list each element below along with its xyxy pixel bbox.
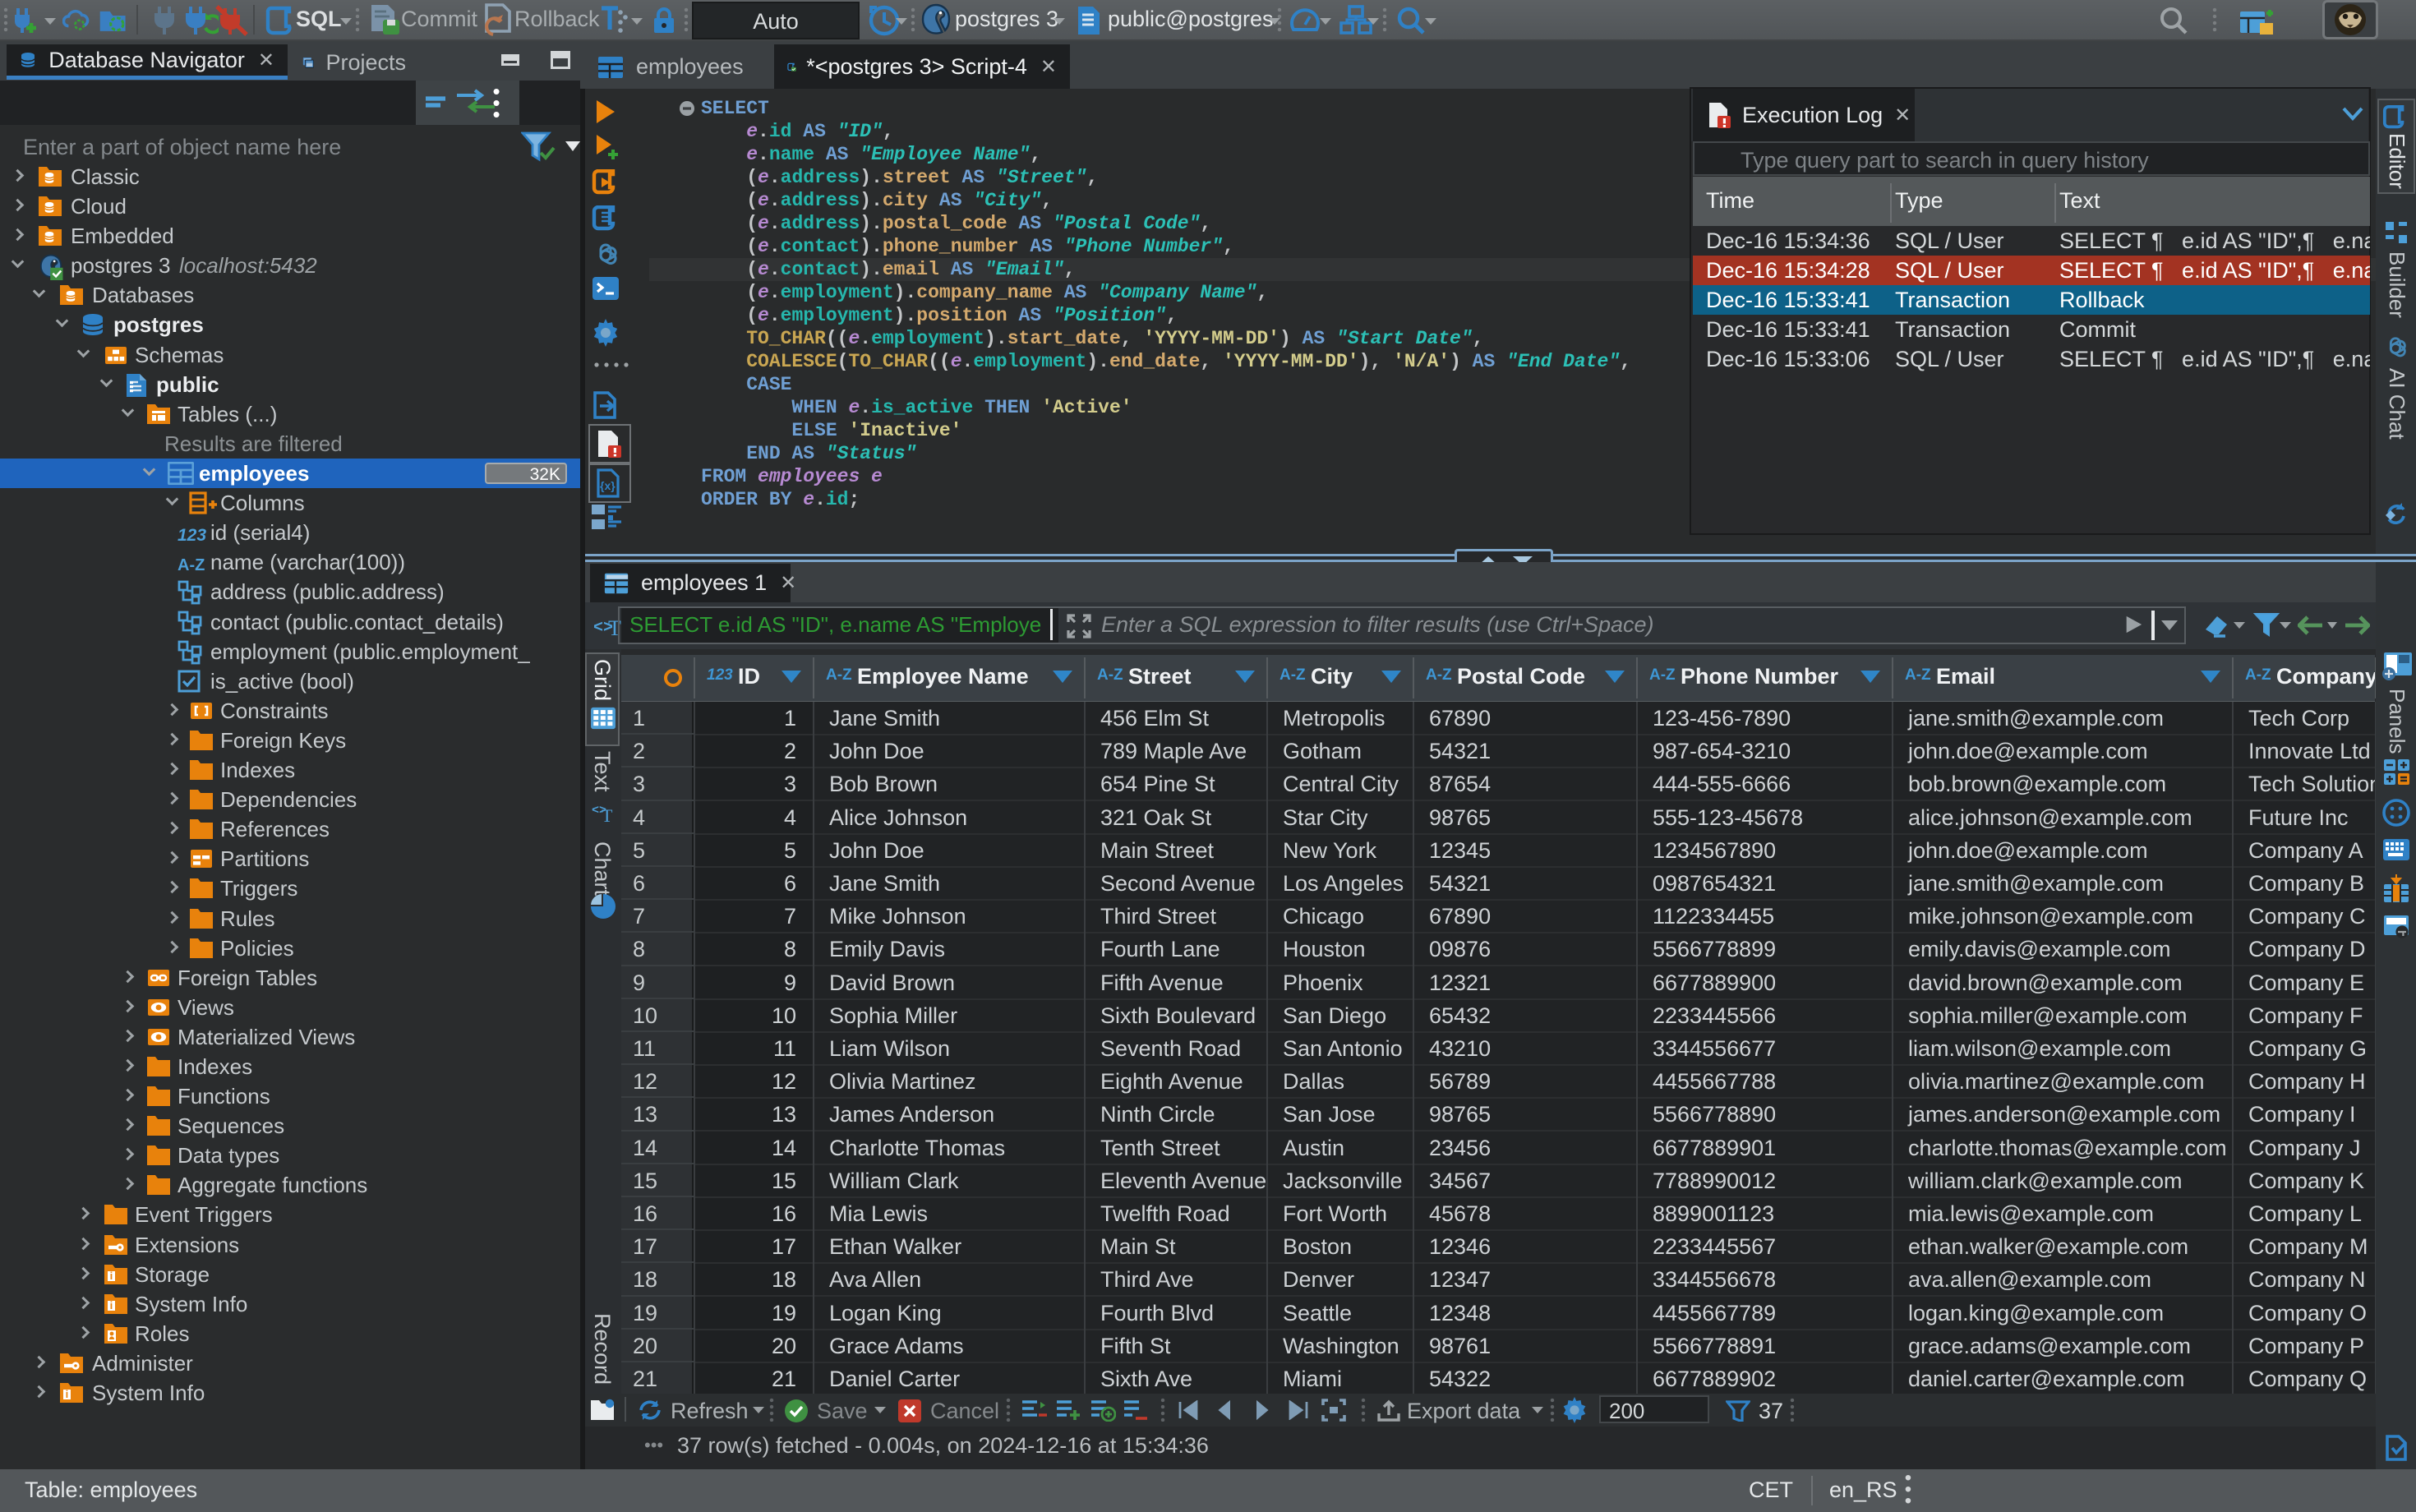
svg-text:i: i — [110, 1270, 113, 1282]
svg-text:i: i — [110, 1299, 113, 1311]
svg-text:i: i — [66, 1388, 69, 1400]
svg-text:{x}: {x} — [600, 479, 616, 492]
